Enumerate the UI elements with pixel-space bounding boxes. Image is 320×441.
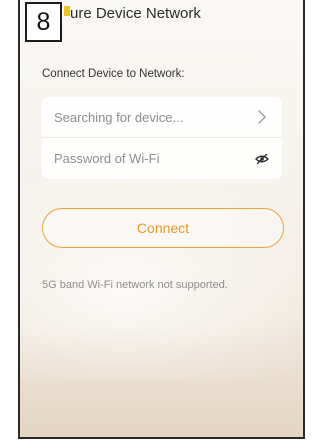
device-search-text: Searching for device... [54, 109, 184, 125]
background-glow [20, 160, 303, 380]
password-input[interactable]: Password of Wi-Fi [54, 151, 254, 166]
section-label: Connect Device to Network: [42, 68, 185, 80]
page-title: ure Device Network [70, 5, 201, 22]
device-select-row[interactable]: Searching for device... [42, 97, 282, 138]
eye-slash-icon[interactable] [254, 151, 270, 167]
app-screen: 8 ure Device Network Connect Device to N… [18, 0, 305, 439]
connect-button[interactable]: Connect [42, 208, 284, 248]
chevron-right-icon [254, 109, 270, 125]
step-number-badge: 8 [25, 2, 62, 42]
network-form-card: Searching for device... Password of Wi-F… [42, 97, 282, 179]
background-warm-gradient [20, 327, 303, 437]
5g-warning-note: 5G band Wi-Fi network not supported. [42, 279, 228, 291]
password-field-row[interactable]: Password of Wi-Fi [42, 138, 282, 179]
